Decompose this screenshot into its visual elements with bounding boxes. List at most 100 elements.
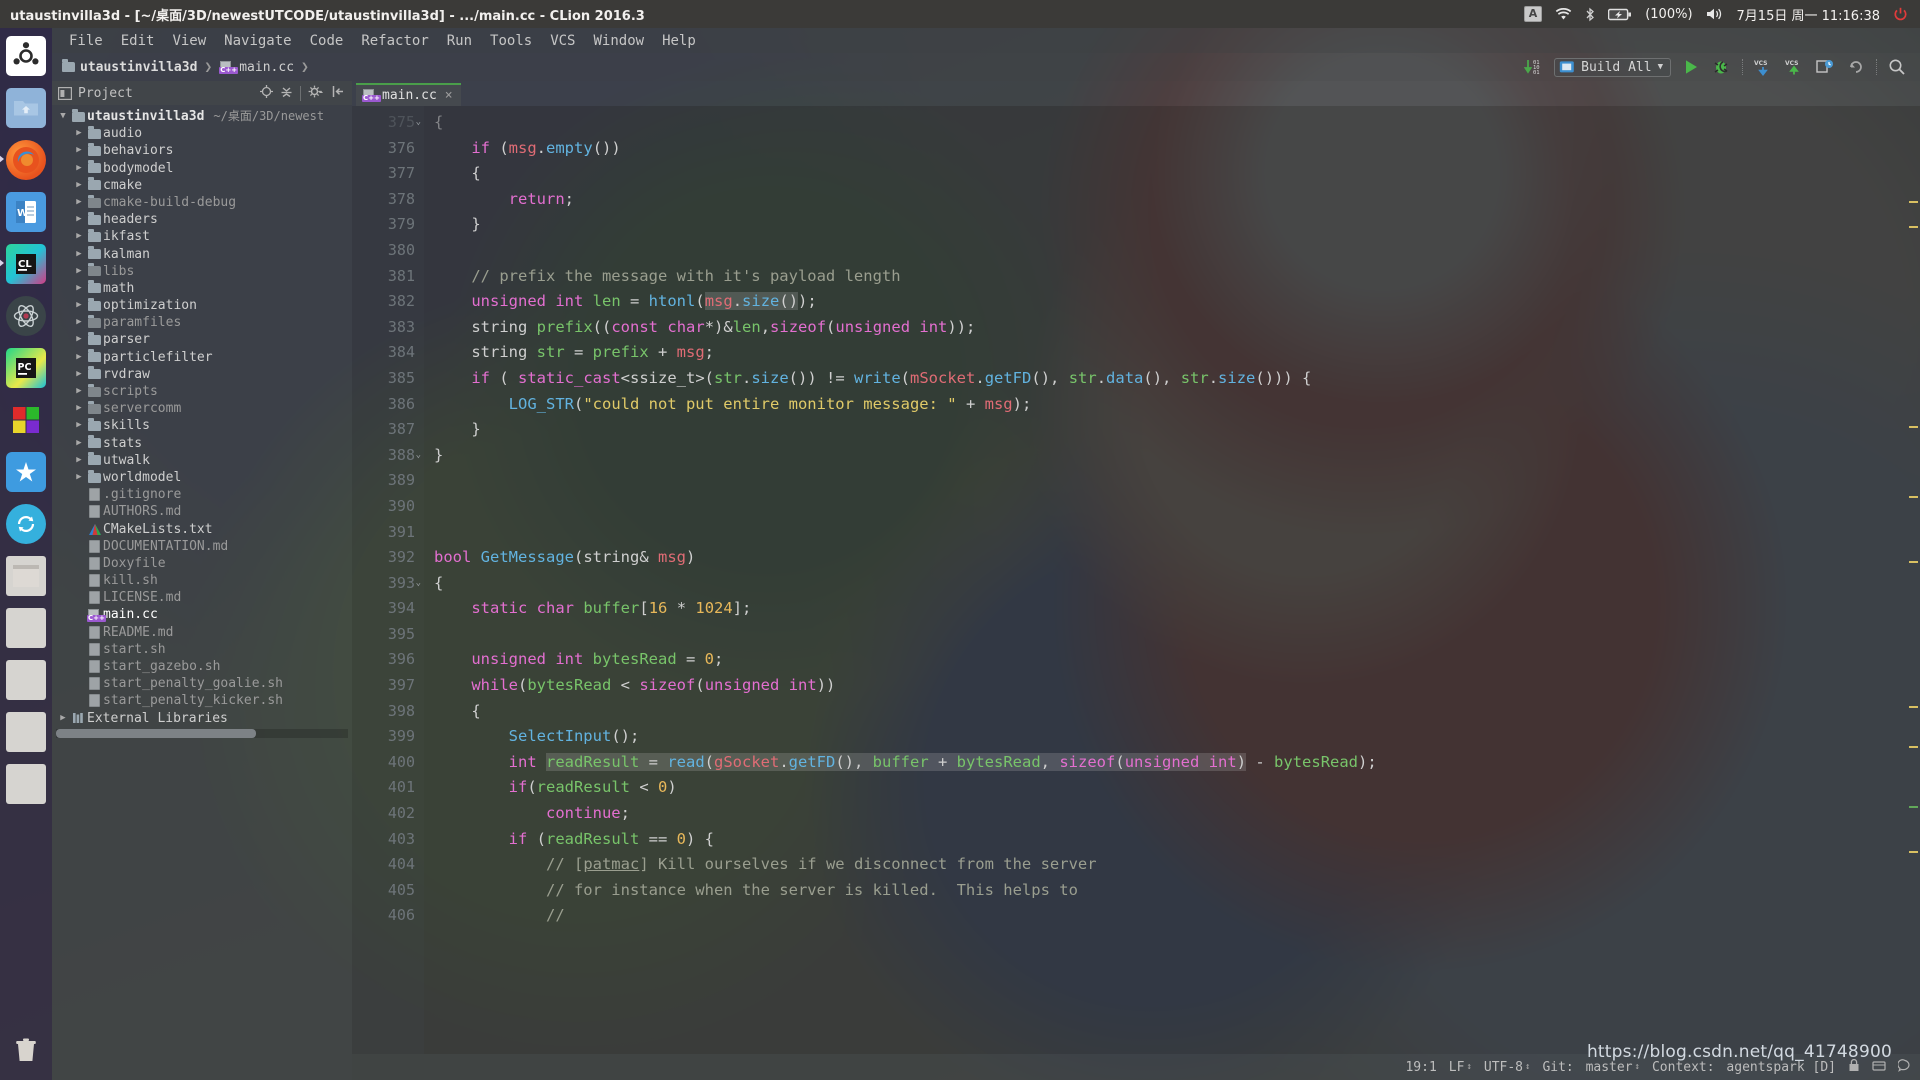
menu-item-window[interactable]: Window xyxy=(585,31,654,51)
chevron-right-icon[interactable]: ▶ xyxy=(72,211,86,228)
tree-item-scripts[interactable]: ▶ scripts xyxy=(52,383,352,400)
input-method-icon[interactable]: A xyxy=(1523,6,1543,22)
battery-icon[interactable] xyxy=(1608,8,1632,21)
code-line[interactable]: } xyxy=(434,212,1920,238)
bluetooth-icon[interactable] xyxy=(1585,7,1595,22)
line-number[interactable]: 385 xyxy=(352,366,424,392)
chevron-right-icon[interactable]: ▶ xyxy=(72,160,86,177)
chevron-right-icon[interactable]: ▶ xyxy=(72,125,86,142)
chevron-right-icon[interactable]: ▶ xyxy=(72,280,86,297)
line-number[interactable]: 384 xyxy=(352,340,424,366)
hide-icon[interactable] xyxy=(332,85,346,102)
line-number[interactable]: 395 xyxy=(352,622,424,648)
menu-item-help[interactable]: Help xyxy=(653,31,705,51)
tree-item-audio[interactable]: ▶ audio xyxy=(52,125,352,142)
chevron-right-icon[interactable]: ▶ xyxy=(72,452,86,469)
line-number[interactable]: 404 xyxy=(352,852,424,878)
menu-item-tools[interactable]: Tools xyxy=(481,31,541,51)
tree-item-bodymodel[interactable]: ▶ bodymodel xyxy=(52,160,352,177)
line-number[interactable]: 396 xyxy=(352,647,424,673)
code-line[interactable]: { xyxy=(434,699,1920,725)
volume-icon[interactable] xyxy=(1706,7,1724,21)
tree-item-headers[interactable]: ▶ headers xyxy=(52,211,352,228)
power-icon[interactable] xyxy=(1893,7,1908,22)
tree-item-paramfiles[interactable]: ▶ paramfiles xyxy=(52,314,352,331)
error-stripe-mark[interactable] xyxy=(1909,806,1918,808)
code-line[interactable]: unsigned int len = htonl(msg.size()); xyxy=(434,289,1920,315)
launcher-software-center-icon[interactable] xyxy=(6,400,46,440)
code-fold-marker[interactable]: ⌄ xyxy=(412,118,421,127)
line-number[interactable]: 382 xyxy=(352,289,424,315)
code-line[interactable]: static char buffer[16 * 1024]; xyxy=(434,596,1920,622)
chevron-right-icon[interactable]: ▶ xyxy=(72,246,86,263)
tree-item-kalman[interactable]: ▶ kalman xyxy=(52,246,352,263)
code-line[interactable]: } xyxy=(434,443,1920,469)
error-stripe-mark[interactable] xyxy=(1909,201,1918,203)
locate-icon[interactable] xyxy=(260,84,273,102)
vcs-update-icon[interactable]: VCS xyxy=(1752,56,1774,78)
code-line[interactable]: { xyxy=(434,161,1920,187)
tree-external-libraries[interactable]: ▶ External Libraries xyxy=(52,710,352,727)
line-number[interactable]: 399 xyxy=(352,724,424,750)
line-number[interactable]: 378 xyxy=(352,187,424,213)
line-number[interactable]: 394 xyxy=(352,596,424,622)
line-number-gutter[interactable]: 375 ⌄ 376 377 378 379 380 381 382 383 384 385 386 387… xyxy=(352,106,424,1054)
code-line[interactable]: while(bytesRead < sizeof(unsigned int)) xyxy=(434,673,1920,699)
code-line[interactable]: int readResult = read(gSocket.getFD(), b… xyxy=(434,750,1920,776)
chevron-right-icon[interactable]: ▶ xyxy=(72,194,86,211)
line-number[interactable]: 386 xyxy=(352,392,424,418)
breadcrumb-project[interactable]: utaustinvilla3d xyxy=(62,59,197,75)
launcher-libreoffice-writer-icon[interactable]: W xyxy=(6,192,46,232)
line-number[interactable]: 381 xyxy=(352,264,424,290)
code-line[interactable]: if (readResult == 0) { xyxy=(434,827,1920,853)
line-number[interactable]: 392 xyxy=(352,545,424,571)
tree-item-libs[interactable]: ▶ libs xyxy=(52,263,352,280)
menu-item-code[interactable]: Code xyxy=(301,31,353,51)
launcher-clion-icon[interactable]: CL xyxy=(0,244,46,284)
line-number[interactable]: 379 xyxy=(352,212,424,238)
launcher-gimp-star-icon[interactable] xyxy=(6,452,46,492)
menu-item-navigate[interactable]: Navigate xyxy=(215,31,300,51)
project-tree[interactable]: ▼ utaustinvilla3d ~/桌面/3D/newest ▶ audio ▶… xyxy=(52,105,352,1080)
code-line[interactable]: LOG_STR("could not put entire monitor me… xyxy=(434,392,1920,418)
tree-item-rvdraw[interactable]: ▶ rvdraw xyxy=(52,366,352,383)
code-line[interactable]: { xyxy=(434,571,1920,597)
encoding[interactable]: UTF-8 ↕ xyxy=(1484,1060,1531,1075)
tree-item-start-penalty-kicker-sh[interactable]: start_penalty_kicker.sh xyxy=(52,692,352,709)
launcher-pycharm-icon[interactable]: PC xyxy=(6,348,46,388)
tree-item-math[interactable]: ▶ math xyxy=(52,280,352,297)
line-number[interactable]: 397 xyxy=(352,673,424,699)
menu-item-view[interactable]: View xyxy=(163,31,215,51)
tree-item-start-penalty-goalie-sh[interactable]: start_penalty_goalie.sh xyxy=(52,675,352,692)
launcher-terminal-icon[interactable] xyxy=(6,556,46,596)
tree-item-cmakelists-txt[interactable]: CMakeLists.txt xyxy=(52,521,352,538)
tree-item-particlefilter[interactable]: ▶ particlefilter xyxy=(52,349,352,366)
code-line[interactable]: { xyxy=(434,110,1920,136)
tree-item-worldmodel[interactable]: ▶ worldmodel xyxy=(52,469,352,486)
code-line[interactable] xyxy=(434,468,1920,494)
menu-item-edit[interactable]: Edit xyxy=(112,31,164,51)
code-editor[interactable]: 375 ⌄ 376 377 378 379 380 381 382 383 384 385 386 387… xyxy=(352,106,1920,1054)
vcs-commit-icon[interactable]: VCS xyxy=(1783,56,1805,78)
tree-item-documentation-md[interactable]: DOCUMENTATION.md xyxy=(52,538,352,555)
chevron-right-icon[interactable]: ▶ xyxy=(72,349,86,366)
code-line[interactable]: // for instance when the server is kille… xyxy=(434,878,1920,904)
chevron-right-icon[interactable]: ▶ xyxy=(72,297,86,314)
line-number[interactable]: 403 xyxy=(352,827,424,853)
vcs-history-icon[interactable] xyxy=(1814,56,1836,78)
menu-item-vcs[interactable]: VCS xyxy=(541,31,584,51)
line-number[interactable]: 377 xyxy=(352,161,424,187)
tree-item-doxyfile[interactable]: Doxyfile xyxy=(52,555,352,572)
rollback-icon[interactable] xyxy=(1845,56,1867,78)
tree-item-main-cc[interactable]: C++ main.cc xyxy=(52,606,352,623)
code-line[interactable] xyxy=(434,520,1920,546)
error-stripe-markers[interactable] xyxy=(1906,106,1920,1054)
debug-icon[interactable] xyxy=(1711,56,1733,78)
code-line[interactable]: // xyxy=(434,903,1920,929)
tree-item-start-sh[interactable]: start.sh xyxy=(52,641,352,658)
line-number[interactable]: 405 xyxy=(352,878,424,904)
breadcrumb-file[interactable]: C++ main.cc xyxy=(219,60,294,75)
chevron-right-icon[interactable]: ▶ xyxy=(72,142,86,159)
line-number[interactable]: 391 xyxy=(352,520,424,546)
launcher-files-home-icon[interactable] xyxy=(6,88,46,128)
